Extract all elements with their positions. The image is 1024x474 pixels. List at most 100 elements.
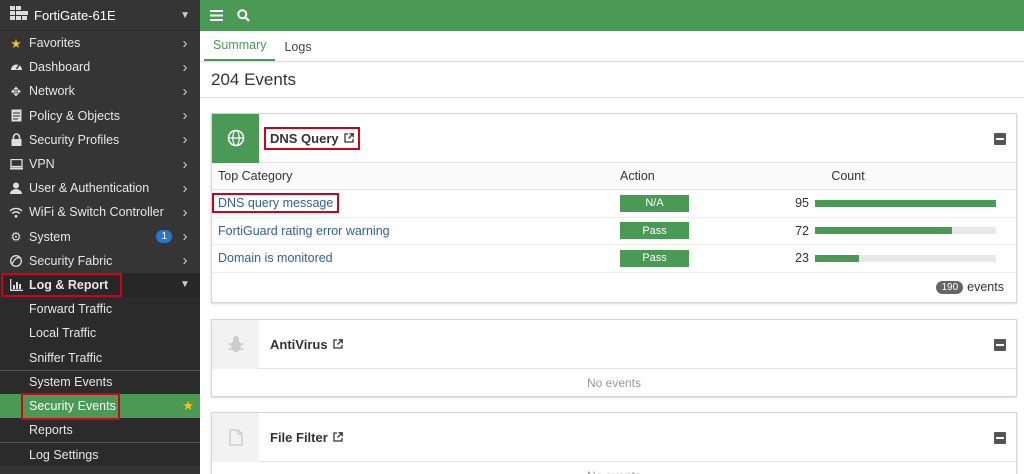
sidebar-subitem-label: Sniffer Traffic: [29, 350, 103, 365]
events-count-badge: 190: [936, 280, 964, 294]
count-bar-fill: [815, 199, 996, 207]
top-bar: [200, 0, 1024, 31]
count-value: 72: [795, 223, 809, 238]
chevron-right-icon: ›: [182, 58, 188, 76]
count-bar-fill: [815, 227, 953, 235]
sidebar-subitem-system-events[interactable]: System Events: [0, 369, 200, 394]
count-value: 95: [795, 196, 809, 211]
category-link[interactable]: DNS query message: [212, 193, 340, 214]
sidebar-item-vpn[interactable]: VPN ›: [0, 152, 200, 176]
table-row[interactable]: Domain is monitored Pass 23: [212, 245, 1016, 273]
chevron-right-icon: ›: [182, 252, 188, 270]
events-title: 204 Events: [211, 70, 297, 89]
action-badge: N/A: [620, 194, 689, 212]
sidebar-subitem-forward-traffic[interactable]: Forward Traffic: [0, 297, 200, 322]
collapse-button[interactable]: [994, 339, 1006, 351]
chevron-right-icon: ›: [182, 228, 188, 246]
sidebar-item-label: Network: [29, 84, 75, 99]
no-events-message: No events: [586, 375, 642, 390]
device-selector[interactable]: FortiGate-61E ▼: [0, 0, 200, 31]
sidebar-subitem-local-traffic[interactable]: Local Traffic: [0, 321, 200, 346]
events-label: events: [967, 280, 1004, 294]
sidebar-item-log-report[interactable]: Log & Report ▼: [0, 272, 200, 298]
card-title: File Filter: [270, 429, 328, 445]
chevron-right-icon: ›: [182, 179, 188, 197]
sidebar-item-label: User & Authentication: [29, 181, 150, 196]
sidebar-item-favorites[interactable]: ★ Favorites ›: [0, 31, 200, 55]
sidebar-subitem-reports[interactable]: Reports: [0, 418, 200, 443]
sidebar: FortiGate-61E ▼ ★ Favorites › Dashboard …: [0, 0, 200, 474]
monitor-icon: [8, 158, 24, 170]
sidebar-subitem-label: Reports: [29, 423, 73, 438]
sidebar-item-policy-objects[interactable]: Policy & Objects ›: [0, 104, 200, 128]
tab-logs[interactable]: Logs: [275, 40, 320, 61]
count-bar: [815, 254, 996, 262]
notification-badge: 1: [156, 230, 172, 244]
user-icon: [8, 182, 24, 195]
table-row[interactable]: DNS query message N/A 95: [212, 190, 1016, 218]
sidebar-item-label: VPN: [29, 157, 55, 172]
external-link-icon: [343, 133, 354, 143]
fortigate-logo-icon: [10, 6, 28, 24]
lock-icon: [8, 133, 24, 147]
highlight-box: [21, 392, 120, 420]
chevron-down-icon: ▼: [180, 279, 190, 291]
sidebar-item-label: WiFi & Switch Controller: [29, 205, 164, 220]
chevron-right-icon: ›: [182, 107, 188, 125]
dns-query-card: DNS Query Top Category Action Count DNS …: [211, 113, 1017, 303]
table-row[interactable]: FortiGuard rating error warning Pass 72: [212, 218, 1016, 245]
collapse-button[interactable]: [994, 432, 1006, 444]
category-link[interactable]: Domain is monitored: [218, 249, 333, 267]
file-icon: [212, 412, 259, 462]
sidebar-subitem-log-settings[interactable]: Log Settings: [0, 442, 200, 467]
bug-icon: [212, 319, 259, 369]
highlight-box: [1, 272, 122, 297]
action-badge: Pass: [620, 222, 689, 240]
sidebar-item-security-fabric[interactable]: Security Fabric ›: [0, 249, 200, 273]
external-link-icon: [332, 339, 343, 349]
main-content: 204 Events DNS Query Top Category Action…: [200, 62, 1024, 474]
column-header-category[interactable]: Top Category: [212, 169, 620, 183]
star-icon: ★: [10, 36, 22, 51]
sidebar-item-system[interactable]: ⚙ System 1 ›: [0, 225, 200, 249]
antivirus-card: AntiVirus No events: [211, 319, 1017, 397]
policy-icon: [8, 109, 24, 122]
sidebar-item-dashboard[interactable]: Dashboard ›: [0, 55, 200, 79]
category-link[interactable]: FortiGuard rating error warning: [218, 222, 390, 240]
sidebar-subitem-label: Forward Traffic: [29, 302, 113, 317]
tab-bar: Summary Logs: [200, 31, 1024, 62]
device-name: FortiGate-61E: [34, 7, 116, 23]
card-header: DNS Query: [212, 113, 1016, 163]
count-bar: [815, 199, 996, 207]
count-value: 23: [795, 251, 809, 266]
sidebar-subitem-security-events[interactable]: Security Events ★: [0, 392, 200, 420]
sidebar-item-label: Security Profiles: [29, 132, 120, 147]
sidebar-subitem-sniffer-traffic[interactable]: Sniffer Traffic: [0, 345, 200, 370]
sidebar-item-network[interactable]: ✥ Network ›: [0, 79, 200, 103]
sidebar-subitem-label: System Events: [29, 375, 113, 390]
sidebar-item-user-authentication[interactable]: User & Authentication ›: [0, 176, 200, 200]
table-header: Top Category Action Count: [212, 163, 1016, 190]
tab-summary[interactable]: Summary: [204, 38, 276, 61]
menu-icon[interactable]: [210, 10, 223, 21]
sidebar-item-wifi-switch[interactable]: WiFi & Switch Controller ›: [0, 200, 200, 224]
column-header-action[interactable]: Action: [620, 169, 780, 183]
sidebar-item-security-profiles[interactable]: Security Profiles ›: [0, 128, 200, 152]
card-header: AntiVirus: [212, 319, 1016, 369]
favorite-star-icon[interactable]: ★: [182, 398, 194, 414]
chevron-right-icon: ›: [182, 82, 188, 100]
wifi-icon: [8, 207, 24, 218]
card-title-link[interactable]: File Filter: [264, 426, 349, 449]
column-header-count[interactable]: Count: [780, 169, 1016, 183]
card-title-link[interactable]: AntiVirus: [264, 333, 349, 356]
count-bar: [815, 227, 996, 235]
sidebar-subitem-label: Log Settings: [29, 447, 99, 462]
search-icon[interactable]: [237, 9, 250, 22]
collapse-button[interactable]: [994, 133, 1006, 145]
fabric-icon: [8, 254, 24, 267]
card-footer: 190 events: [212, 273, 1016, 302]
sidebar-item-label: Dashboard: [29, 60, 91, 75]
card-title-link[interactable]: DNS Query: [264, 126, 360, 150]
chevron-right-icon: ›: [182, 131, 188, 149]
card-title: AntiVirus: [270, 336, 328, 352]
